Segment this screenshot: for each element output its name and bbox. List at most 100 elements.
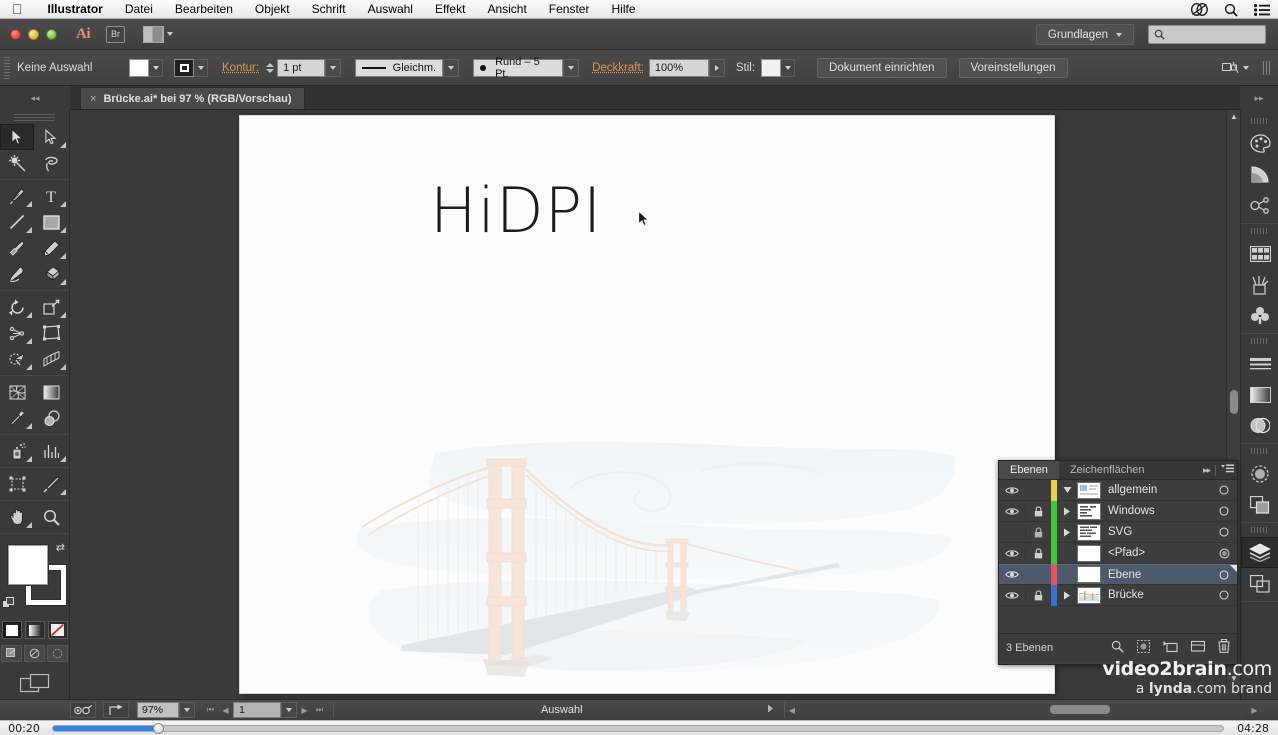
tab-ebenen[interactable]: Ebenen: [999, 461, 1059, 479]
layers-panel-icon[interactable]: [1241, 537, 1278, 568]
dock-group-gripper-4[interactable]: [1251, 448, 1268, 454]
progress-knob[interactable]: [153, 722, 165, 734]
layer-target-indicator[interactable]: [1211, 506, 1237, 516]
appearance-panel-icon[interactable]: [1241, 458, 1278, 489]
eyedropper-tool[interactable]: [0, 405, 34, 431]
bridge-illustration[interactable]: [340, 441, 960, 686]
eraser-tool[interactable]: [34, 261, 68, 287]
apple-logo-icon[interactable]: : [12, 2, 23, 16]
layer-lock-toggle[interactable]: [1025, 526, 1051, 538]
artboards-panel-icon[interactable]: [1241, 568, 1278, 599]
go-to-bridge-button[interactable]: Br: [106, 25, 125, 43]
make-clipping-mask-icon[interactable]: [1136, 639, 1151, 656]
create-new-sublayer-icon[interactable]: [1163, 640, 1178, 656]
share-on-behance-icon[interactable]: [103, 702, 129, 718]
create-new-layer-icon[interactable]: [1190, 640, 1206, 655]
menu-objekt[interactable]: Objekt: [244, 0, 301, 19]
layer-visibility-toggle[interactable]: [999, 570, 1025, 579]
slice-tool[interactable]: [34, 471, 68, 497]
symbol-sprayer-tool[interactable]: [0, 438, 34, 464]
layer-target-indicator[interactable]: [1211, 527, 1237, 537]
artwork-text[interactable]: HiDPI: [430, 174, 602, 247]
layer-name[interactable]: SVG: [1108, 526, 1211, 538]
previous-artboard-button[interactable]: ◀: [218, 702, 233, 718]
minimize-window-button[interactable]: [28, 28, 39, 40]
pen-tool[interactable]: [0, 183, 34, 209]
menu-fenster[interactable]: Fenster: [538, 0, 601, 19]
chevron-down-icon[interactable]: [443, 58, 460, 77]
tab-zeichenflaechen[interactable]: Zeichenflächen: [1059, 461, 1156, 479]
layer-expand-toggle[interactable]: [1057, 528, 1077, 537]
creative-cloud-icon[interactable]: [1191, 3, 1208, 16]
shape-builder-tool[interactable]: [0, 346, 34, 372]
notification-list-icon[interactable]: [1254, 3, 1270, 16]
menu-hilfe[interactable]: Hilfe: [600, 0, 646, 19]
close-window-button[interactable]: [10, 28, 21, 40]
blend-tool[interactable]: [34, 405, 68, 431]
dock-group-gripper-5[interactable]: [1251, 527, 1268, 533]
zoom-level-input[interactable]: 97%: [137, 702, 179, 718]
menu-illustrator[interactable]: Illustrator: [37, 0, 114, 19]
rectangle-tool[interactable]: [34, 209, 68, 235]
color-panel-icon[interactable]: [1241, 128, 1278, 159]
layer-row-allgemein[interactable]: allgemein: [999, 479, 1237, 501]
menu-auswahl[interactable]: Auswahl: [357, 0, 424, 19]
scale-tool[interactable]: [34, 294, 68, 320]
symbols-panel-icon[interactable]: [1241, 300, 1278, 331]
document-tab[interactable]: × Brücke.ai* bei 97 % (RGB/Vorschau): [80, 87, 305, 109]
chevron-down-icon[interactable]: [563, 58, 580, 77]
type-tool[interactable]: T: [34, 183, 68, 209]
magic-wand-tool[interactable]: [0, 150, 34, 176]
close-icon[interactable]: ×: [90, 93, 96, 105]
graphic-style-picker[interactable]: [761, 58, 796, 77]
menu-bearbeiten[interactable]: Bearbeiten: [164, 0, 244, 19]
column-graph-tool[interactable]: [34, 438, 68, 464]
dock-gripper[interactable]: [1251, 118, 1268, 124]
pencil-tool[interactable]: [34, 235, 68, 261]
video-progress-slider[interactable]: [52, 722, 1224, 734]
gradient-tool[interactable]: [34, 379, 68, 405]
layer-row-windows[interactable]: Windows: [999, 500, 1237, 522]
mesh-tool[interactable]: [0, 379, 34, 405]
layer-row-pfad[interactable]: <Pfad>: [999, 542, 1237, 564]
opacity-value[interactable]: 100%: [648, 58, 709, 77]
artboard[interactable]: HiDPI: [240, 116, 1054, 693]
menu-schrift[interactable]: Schrift: [301, 0, 357, 19]
brushes-panel-icon[interactable]: [1241, 269, 1278, 300]
artboard-dropdown-button[interactable]: [281, 702, 297, 718]
layer-expand-toggle[interactable]: [1057, 507, 1077, 516]
stroke-weight-value[interactable]: 1 pt: [277, 58, 326, 77]
transparency-panel-icon[interactable]: [1241, 410, 1278, 441]
brush-definition-combo[interactable]: Rund – 5 Pt.: [473, 56, 580, 80]
menu-effekt[interactable]: Effekt: [424, 0, 476, 19]
layer-visibility-toggle[interactable]: [999, 591, 1025, 600]
layer-target-indicator[interactable]: [1211, 548, 1237, 559]
change-screen-mode-button[interactable]: [0, 674, 69, 694]
default-fill-stroke-icon[interactable]: [2, 597, 15, 613]
arrange-documents-button[interactable]: [143, 25, 173, 43]
scroll-up-icon[interactable]: ▲: [1227, 110, 1241, 123]
fill-color-picker[interactable]: [129, 58, 163, 77]
panel-menu-icon[interactable]: [1221, 464, 1234, 477]
collapse-left-dock-button[interactable]: ◂◂: [0, 86, 70, 110]
menu-ansicht[interactable]: Ansicht: [476, 0, 537, 19]
free-transform-tool[interactable]: [34, 320, 68, 346]
selection-tool[interactable]: [0, 124, 34, 150]
hand-tool[interactable]: [0, 504, 34, 530]
direct-selection-tool[interactable]: [34, 124, 68, 150]
color-guide-panel-icon[interactable]: [1241, 159, 1278, 190]
collapse-right-dock-button[interactable]: ▸▸: [1240, 86, 1278, 110]
layer-visibility-toggle[interactable]: [999, 507, 1025, 516]
fill-color-indicator[interactable]: [8, 545, 48, 585]
workspace-switcher-button[interactable]: Grundlagen: [1035, 24, 1134, 45]
menu-datei[interactable]: Datei: [114, 0, 164, 19]
layer-expand-toggle[interactable]: [1057, 486, 1077, 494]
layer-visibility-toggle[interactable]: [999, 486, 1025, 495]
chevron-right-icon[interactable]: [708, 58, 725, 77]
stroke-weight-combo[interactable]: 1 pt: [277, 58, 342, 77]
gradient-panel-icon[interactable]: [1241, 379, 1278, 410]
layer-row-ebene[interactable]: Ebene: [999, 564, 1237, 585]
tools-panel-gripper[interactable]: [14, 114, 55, 121]
horizontal-scrollbar-thumb[interactable]: [1049, 705, 1110, 714]
zoom-tool[interactable]: [34, 504, 68, 530]
